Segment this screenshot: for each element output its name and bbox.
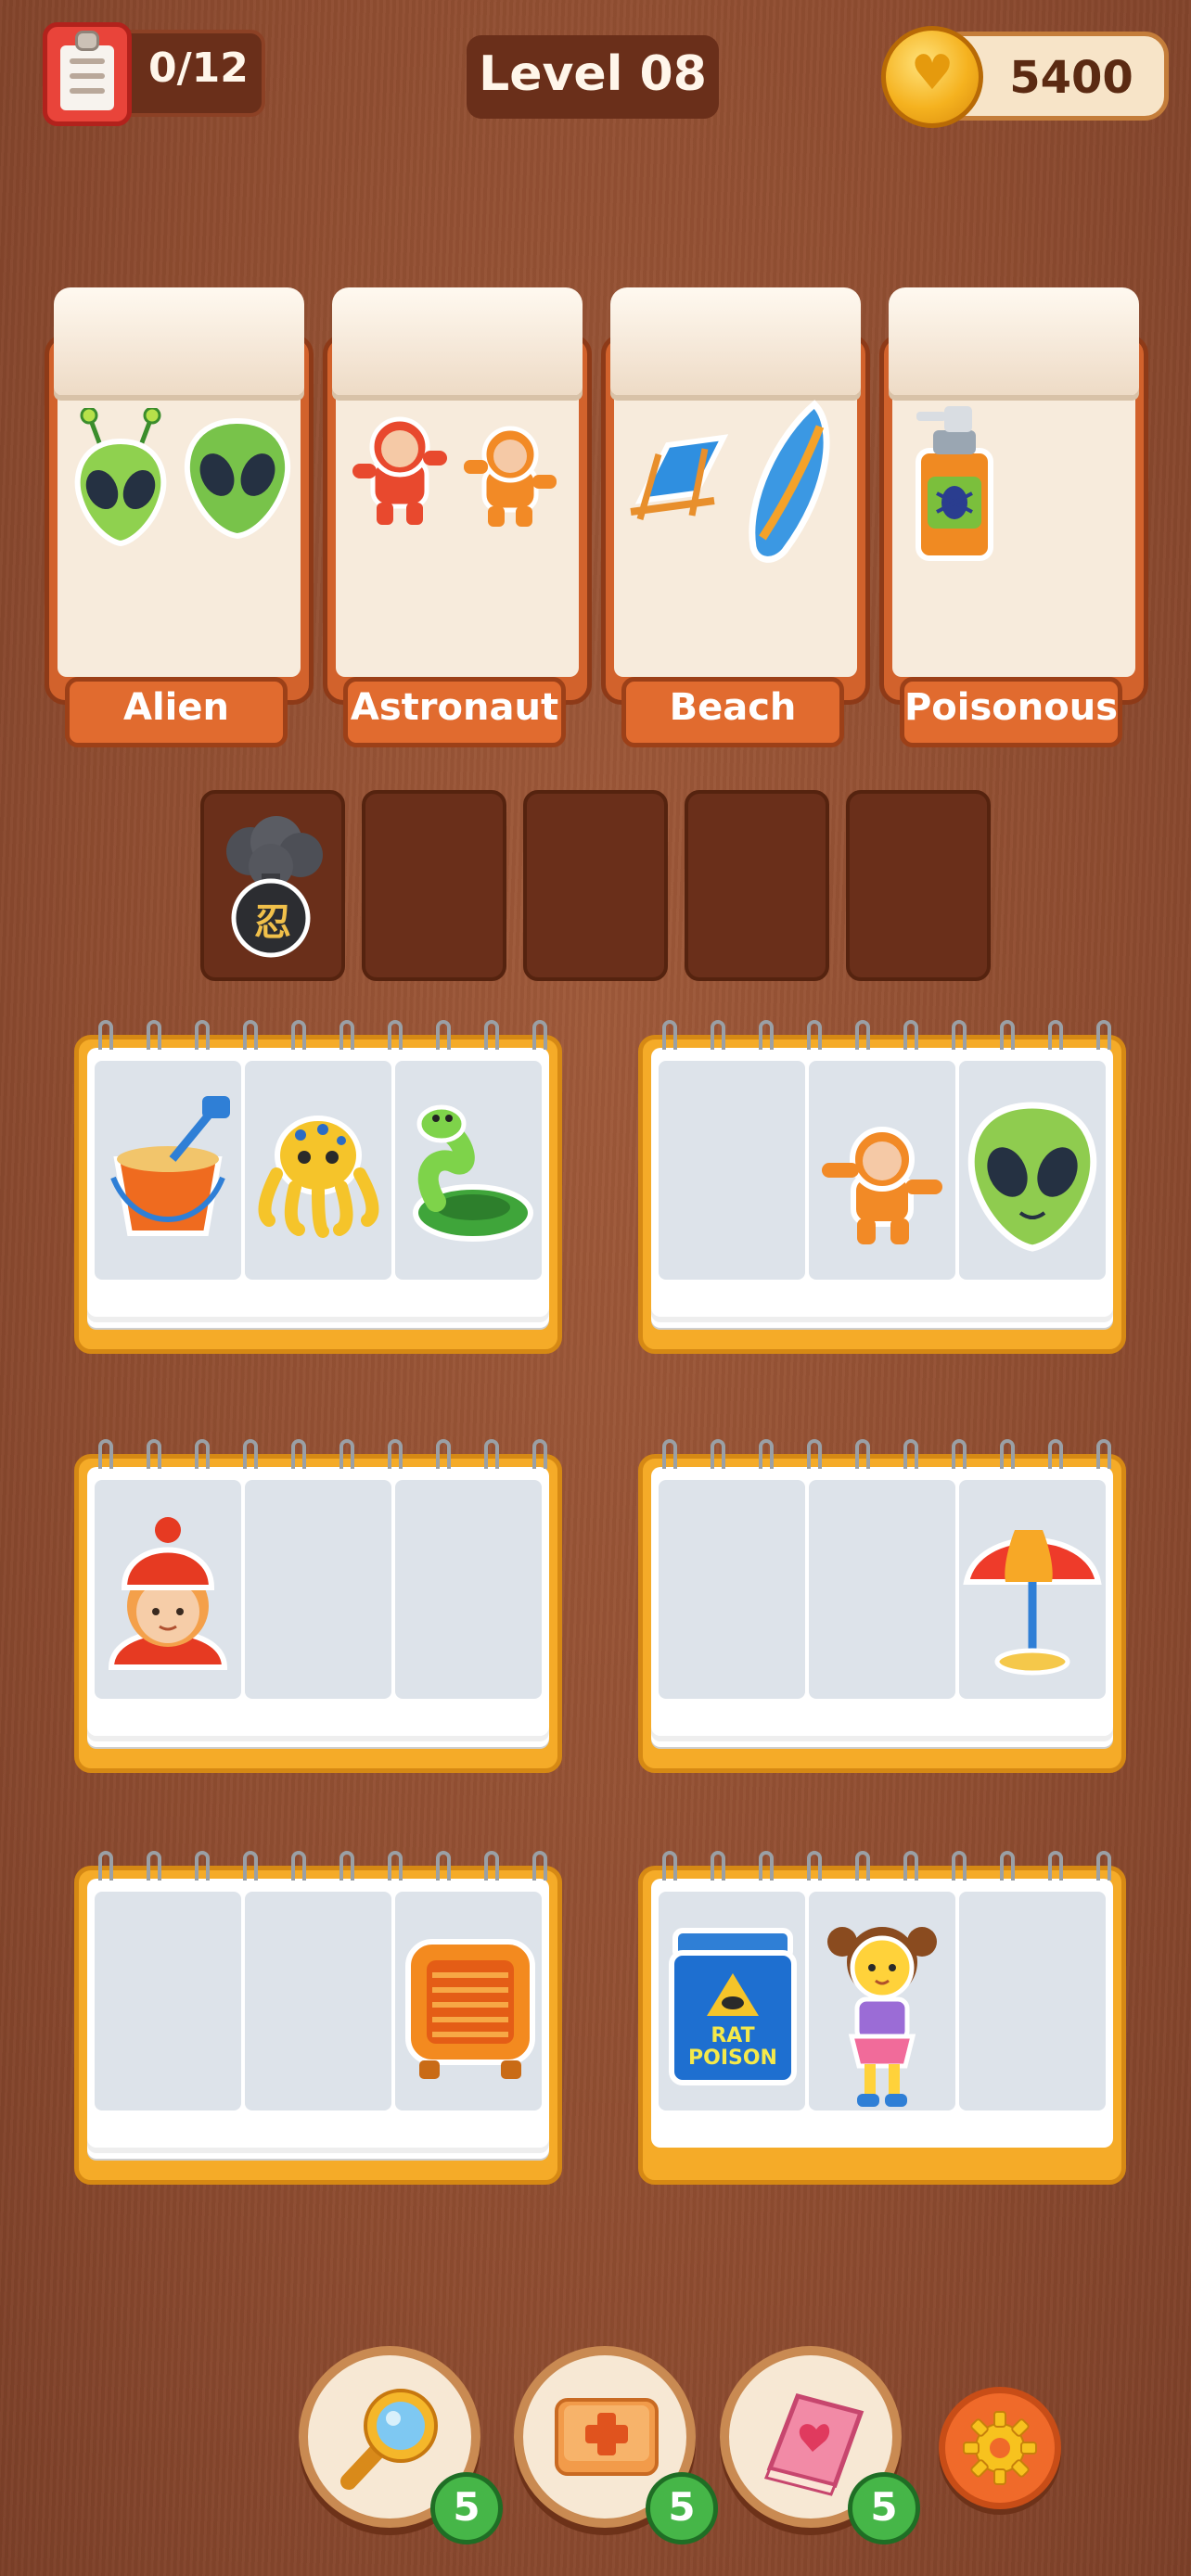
heater-icon [405,1939,535,2079]
astronaut-red-icon [352,416,447,525]
notebook-6[interactable]: RAT POISON [638,1851,1126,2185]
beach-umbrella-icon [963,1530,1102,1676]
astronaut-icon [822,1127,942,1244]
category-card-alien: Alien [45,278,314,747]
holding-slot-3[interactable] [523,790,668,981]
alien-head-icon [184,417,291,540]
bug-spray-icon [916,406,993,561]
settings-button[interactable] [939,2387,1061,2509]
coin-icon [881,26,983,128]
task-count-text: 0/12 [148,45,249,92]
book-icon [763,2393,864,2496]
notebook-slot[interactable] [395,1480,542,1699]
notebook-2[interactable] [638,1020,1126,1354]
smoke-bomb-glyph: 忍 [254,901,291,944]
holding-slot-5[interactable] [846,790,991,981]
rat-poison-label: RAT POISON [688,2024,777,2070]
beach-chair-icon [630,434,729,520]
category-card-beach: Beach [601,278,870,747]
level-title: Level 08 [479,46,707,102]
rat-poison-box-icon: RAT POISON [662,1925,800,2092]
category-label: Astronaut [350,686,559,729]
alien-antenna-icon [74,408,167,547]
holding-slot-1[interactable]: 忍 [200,790,345,981]
notebook-slot[interactable] [245,1892,391,2111]
notebook-slot[interactable] [959,1892,1106,2111]
girl-red-beanie-icon [108,1517,228,1670]
snake-icon [413,1104,533,1242]
notebook-slot[interactable] [659,1480,805,1699]
magnifier-count-badge: 5 [430,2472,503,2544]
category-card-astronaut: Astronaut [323,278,592,747]
girl-pigtails-icon [827,1927,937,2107]
sand-bucket-icon [110,1096,230,1236]
add-slot-count-badge: 5 [646,2472,718,2544]
octopus-icon [258,1116,379,1238]
clipboard-icon[interactable] [43,22,132,126]
magnifier-icon [340,2389,438,2490]
notebook-5[interactable] [74,1851,562,2185]
notebook-slot[interactable] [95,1892,241,2111]
category-label: Poisonous [903,686,1119,729]
add-slot-icon [555,2398,659,2476]
notebook-slot[interactable] [809,1480,955,1699]
holding-slot-2[interactable] [362,790,506,981]
holding-slot-4[interactable] [685,790,829,981]
alien-head-icon [967,1102,1097,1252]
category-card-poisonous: Poisonous [879,278,1148,747]
notebook-slot[interactable] [245,1480,391,1699]
surfboard-icon [749,400,830,563]
book-count-badge: 5 [848,2472,920,2544]
notebook-slot[interactable] [659,1061,805,1280]
astronaut-orange-icon [464,426,557,527]
gear-icon [963,2411,1037,2485]
notebook-3[interactable] [74,1439,562,1773]
coin-amount: 5400 [1009,52,1133,104]
category-label: Beach [669,686,797,729]
notebook-1[interactable] [74,1020,562,1354]
notebook-4[interactable] [638,1439,1126,1773]
category-label: Alien [123,686,229,729]
